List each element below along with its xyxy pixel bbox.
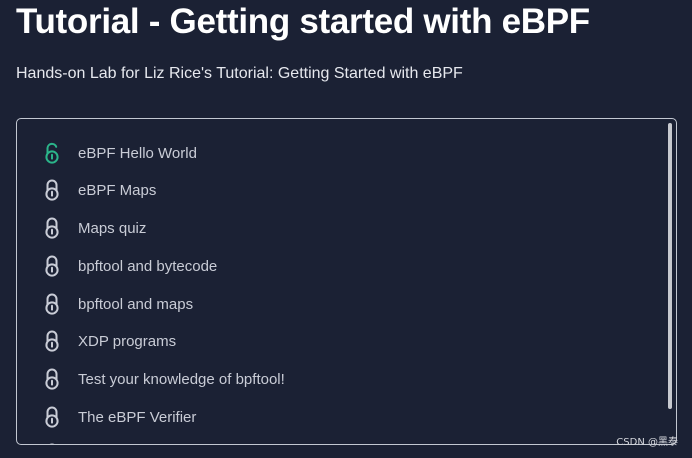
lock-icon [43,330,61,352]
lesson-item-ebpf-hello-world[interactable]: eBPF Hello World [43,140,197,166]
lesson-label: eBPF Hello World [78,144,197,162]
lesson-label: XDP programs [78,332,177,350]
lock-icon [43,255,61,277]
page: Tutorial - Getting started with eBPF Han… [0,0,692,458]
watermark: CSDN @黑泰 [616,437,678,448]
lock-icon [43,406,61,428]
scrollbar[interactable] [668,123,672,409]
lesson-label: bpftool and bytecode [78,257,218,275]
lock-icon [43,179,61,201]
lesson-item-xdp-programs[interactable]: XDP programs [43,328,176,354]
lock-icon [43,293,61,315]
lock-icon [43,368,61,390]
lesson-label: bpftool and maps [78,295,194,313]
lesson-list-panel: eBPF Hello World eBPF Maps Maps quiz bpf… [16,118,677,445]
lesson-item-ebpf-verifier[interactable]: The eBPF Verifier [43,404,196,430]
lesson-label: eBPF Maps [78,181,157,199]
lesson-item-bpftool-and-bytecode[interactable]: bpftool and bytecode [43,253,217,279]
lock-open-icon [43,142,61,164]
lesson-item-bpftool-and-maps[interactable]: bpftool and maps [43,291,193,317]
lesson-item-ebpf-maps[interactable]: eBPF Maps [43,177,156,203]
lock-icon [43,443,61,444]
lesson-label: The eBPF Verifier [78,408,197,426]
lesson-item-test-your-knowledge[interactable]: Test your knowledge of bpftool! [43,366,285,392]
lesson-label: Test your knowledge of bpftool! [78,370,285,388]
page-subtitle: Hands-on Lab for Liz Rice's Tutorial: Ge… [16,65,463,82]
lesson-item-partial[interactable] [43,441,61,444]
lesson-label: Maps quiz [78,219,147,237]
lesson-item-maps-quiz[interactable]: Maps quiz [43,215,146,241]
lock-icon [43,217,61,239]
lesson-list: eBPF Hello World eBPF Maps Maps quiz bpf… [17,119,676,444]
page-title: Tutorial - Getting started with eBPF [16,2,590,41]
